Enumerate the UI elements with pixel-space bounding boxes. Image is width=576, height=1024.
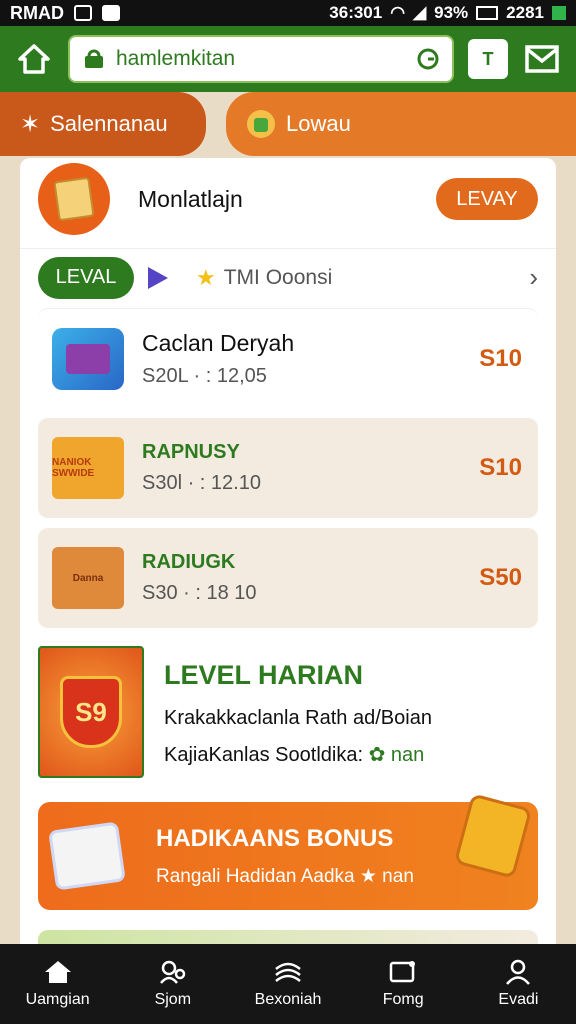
phone-icon [453,793,533,879]
charging-icon [552,6,566,20]
item-subtitle: S30l · : 12.10 [142,472,261,494]
battery-icon [476,6,499,20]
tab-label: Salennanau [50,111,168,136]
level-harian-card[interactable]: S9 LEVEL HARIAN Krakakkaclanla Rath ad/B… [38,646,538,778]
main-card: Monlatlajn LEVAY LEVAL ★ TMI Ooonsi › Ca… [20,158,556,958]
nav-item-evadi[interactable]: Evadi [461,944,576,1024]
user-search-icon [159,960,186,984]
bonus-title: HADIKAANS BONUS [156,824,394,852]
stack-icon [275,962,301,982]
lock-notification-icon [102,5,120,21]
nav-label: Sjom [154,991,192,1008]
mail-icon [525,45,559,73]
avatar-bag-icon [53,176,95,222]
shield-icon: S9 [60,676,122,748]
search-text: hamlemkitan [116,47,236,70]
basket-icon [247,110,275,138]
level-card-line1: Krakakkaclanla Rath ad/Boian [164,707,432,729]
item-price: S10 [479,454,522,481]
category-tabs: ✶ Salennanau Lowau [0,92,576,158]
tab-switcher-button[interactable]: T [468,39,508,79]
nav-label: Evadi [498,991,539,1008]
top-nav: hamlemkitan T [0,26,576,92]
item-price: S10 [479,344,522,372]
home-button[interactable] [14,39,54,79]
nav-label: Bexoniah [254,991,322,1008]
app-grid-icon [48,821,126,891]
list-item[interactable]: Danna RADIUGK S30 · : 18 10 S50 [38,528,538,628]
level-row[interactable]: LEVAL ★ TMI Ooonsi › [20,248,556,306]
level-text: TMI Ooonsi [223,265,333,289]
search-input[interactable]: hamlemkitan [68,35,454,83]
tab-salennanau[interactable]: ✶ Salennanau [0,92,206,156]
item-subtitle: S20L · : 12,05 [142,364,267,387]
list-item[interactable]: NANIOK SWWIDE RAPNUSY S30l · : 12.10 S10 [38,418,538,518]
clock-label: 36:301 [329,3,383,22]
play-icon [148,266,168,289]
item-price: S50 [479,564,522,591]
nav-item-sjom[interactable]: Sjom [115,944,230,1024]
tab-switcher-label: T [482,48,494,69]
levay-button[interactable]: LEVAY [436,178,538,220]
item-title: RAPNUSY [142,441,240,463]
nav-item-bexoniah[interactable]: Bexoniah [230,944,345,1024]
battery-percent: 93% [434,3,469,22]
profile-name: Monlatlajn [138,185,243,212]
signal-icon: ◢ [413,3,427,22]
tablet-game-icon [52,327,124,390]
list-item[interactable]: Caclan Deryah S20L · : 12,05 S10 [38,308,538,408]
home-icon [18,44,50,74]
status-bar: RMAD 36:301 ◠ ◢ 93% 2281 [0,0,576,26]
chevron-right-icon[interactable]: › [529,262,538,293]
item-subtitle: S30 · : 18 10 [142,582,257,604]
sparkle-icon: ✶ [20,110,41,138]
gift-box-icon: NANIOK SWWIDE [52,437,124,499]
bonus-banner[interactable]: HADIKAANS BONUS Rangali Hadidan Aadka ★ … [38,793,538,910]
nav-item-uamgian[interactable]: Uamgian [0,944,115,1024]
profile-row: Monlatlajn LEVAY [20,158,556,240]
mail-button[interactable] [522,39,562,79]
carrier-label: RMAD [10,2,64,23]
refresh-icon[interactable] [416,47,440,71]
crate-icon: Danna [52,547,124,609]
bonus-subtitle: Rangali Hadidan Aadka ★ nan [156,865,414,887]
nav-item-fomg[interactable]: Fomg [346,944,461,1024]
item-title: RADIUGK [142,551,236,573]
home-icon [44,961,71,983]
wifi-icon: ◠ [390,3,406,22]
status-extra: 2281 [506,3,544,22]
avatar[interactable] [38,163,110,235]
clover-icon: ✿ [368,744,386,766]
shield-thumbnail: S9 [38,646,144,778]
level-card-title: LEVEL HARIAN [164,660,364,690]
nav-label: Uamgian [25,991,90,1008]
store-icon [85,49,103,68]
profile-icon [506,959,531,985]
level-card-line2: KajiaKanlas Sootldika: ✿ nan [164,744,425,766]
tab-lowau[interactable]: Lowau [226,92,576,156]
bottom-nav: Uamgian Sjom Bexoniah Fomg Evadi [0,944,576,1024]
message-icon [389,961,416,983]
star-icon: ★ [196,264,216,290]
level-badge[interactable]: LEVAL [38,256,134,299]
app-notification-icon [74,5,92,21]
item-title: Caclan Deryah [142,329,295,356]
tab-label: Lowau [286,111,351,136]
nav-label: Fomg [382,991,424,1008]
